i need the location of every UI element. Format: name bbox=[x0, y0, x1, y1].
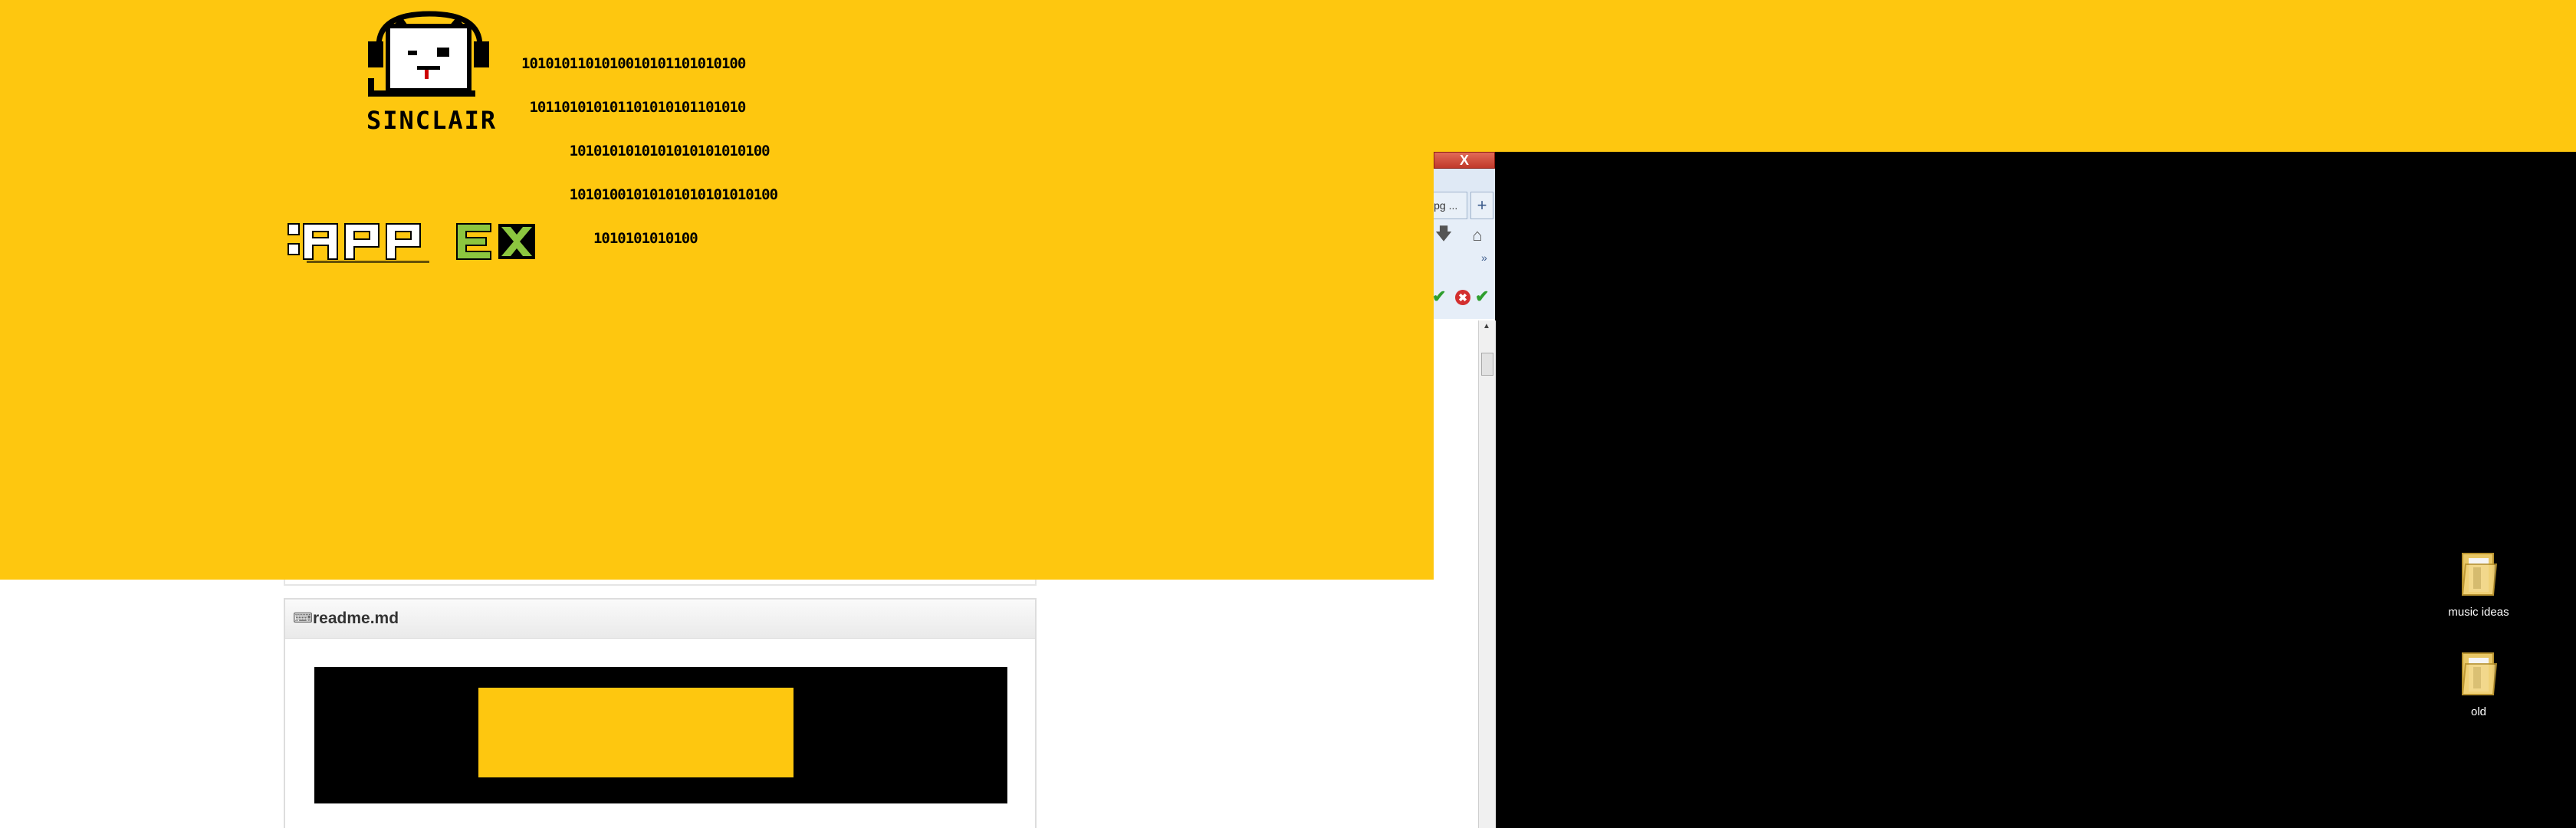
desktop-icon-label: music ideas bbox=[2448, 606, 2509, 619]
cat-logo-icon bbox=[368, 11, 489, 97]
folder-icon bbox=[2461, 553, 2498, 596]
desktop-icon-label: old bbox=[2470, 705, 2487, 718]
binary-line: 101101010101101010101101010 bbox=[521, 99, 746, 116]
binary-line: 10101001010101010101010100 bbox=[521, 186, 778, 203]
scroll-thumb[interactable] bbox=[1481, 353, 1493, 376]
folder-icon bbox=[2461, 652, 2498, 695]
home-icon[interactable]: ⌂ bbox=[1467, 225, 1487, 245]
binary-line: 1010101010101010101010100 bbox=[521, 143, 770, 159]
binary-pattern: 1010101101010010101101010100 10110101010… bbox=[521, 28, 778, 261]
binary-line: 1010101101010010101101010100 bbox=[521, 55, 746, 72]
keyboard-icon: ⌨ bbox=[293, 610, 313, 626]
desktop-icon-old[interactable]: old bbox=[2429, 649, 2528, 718]
new-tab-button[interactable]: + bbox=[1470, 192, 1493, 219]
download-icon[interactable]: 🡇 bbox=[1434, 224, 1454, 245]
appex-logo bbox=[288, 223, 535, 263]
page-left-margin bbox=[0, 580, 23, 828]
readme-banner-yellow bbox=[478, 688, 794, 777]
error-icon[interactable]: ✖ bbox=[1455, 290, 1470, 305]
desktop-icon-music-ideas[interactable]: music ideas bbox=[2429, 549, 2528, 619]
vertical-scrollbar[interactable] bbox=[1478, 320, 1496, 828]
check-icon[interactable]: ✔ bbox=[1432, 287, 1446, 307]
sinclair-wordmark: SINCLAIR bbox=[366, 106, 498, 135]
check-icon[interactable]: ✔ bbox=[1475, 287, 1489, 307]
toolbar-overflow-icon[interactable]: » bbox=[1481, 251, 1495, 264]
binary-line: 1010101010100 bbox=[521, 230, 698, 247]
close-button[interactable]: X bbox=[1434, 152, 1495, 169]
readme-title: readme.md bbox=[313, 610, 399, 627]
scroll-up-arrow[interactable]: ▲ bbox=[1480, 322, 1493, 334]
